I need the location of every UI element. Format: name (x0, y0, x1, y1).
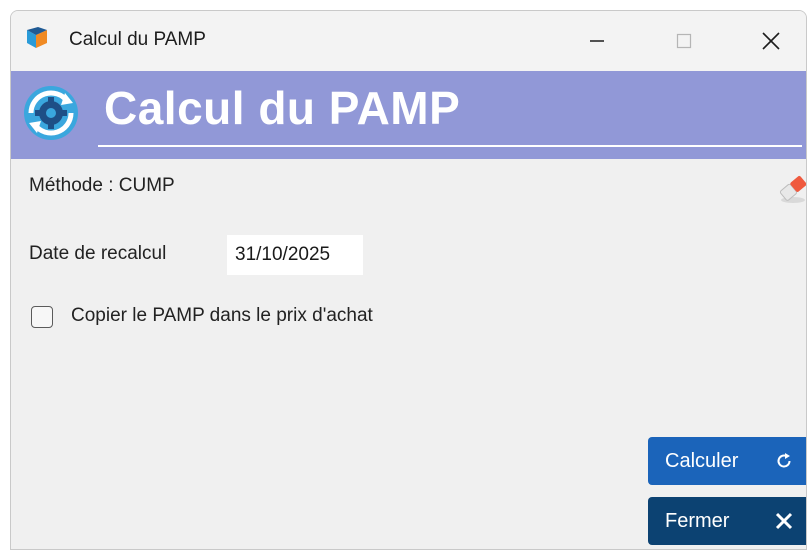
copy-pamp-checkbox[interactable] (31, 306, 53, 328)
close-button[interactable]: Fermer (648, 497, 806, 545)
maximize-icon (676, 33, 692, 49)
close-label: Fermer (665, 510, 730, 532)
dialog-window: Calcul du PAMP Calcul du PAMP Méthode: … (10, 10, 807, 550)
window-title: Calcul du PAMP (69, 29, 206, 50)
copy-pamp-label[interactable]: Copier le PAMP dans le prix d'achat (71, 305, 373, 327)
minimize-button[interactable] (574, 21, 620, 61)
maximize-button[interactable] (661, 21, 707, 61)
close-icon (762, 32, 780, 50)
title-underline (98, 145, 802, 147)
title-bar[interactable]: Calcul du PAMP (11, 11, 806, 71)
minimize-icon (590, 40, 604, 42)
close-window-button[interactable] (748, 21, 794, 61)
method-label: Méthode : CUMP (29, 175, 175, 196)
eraser-icon[interactable] (775, 171, 807, 205)
dialog-header: Calcul du PAMP (11, 71, 806, 159)
gear-refresh-icon (24, 86, 78, 140)
recalc-date-field[interactable] (227, 235, 363, 275)
app-logo-icon (27, 27, 47, 48)
date-label: Date de recalcul (29, 243, 167, 264)
calculate-label: Calculer (665, 450, 739, 472)
calculate-button[interactable]: Calculer (648, 437, 806, 485)
close-icon (775, 512, 793, 530)
refresh-icon (777, 453, 791, 468)
page-title: Calcul du PAMP (104, 82, 461, 134)
